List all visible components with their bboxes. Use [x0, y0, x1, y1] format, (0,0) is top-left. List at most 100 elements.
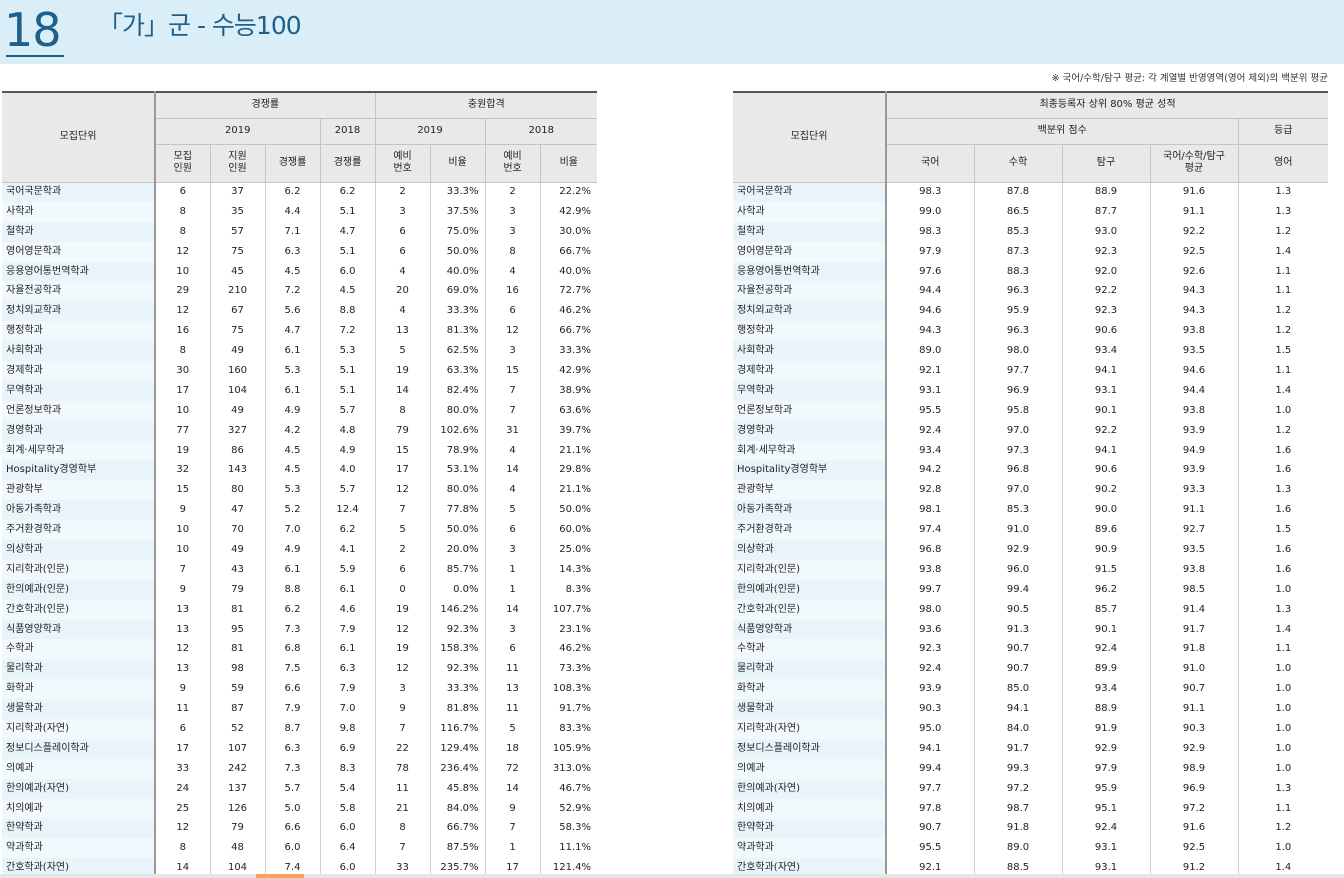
- cell-waitlist-2019: 79: [375, 420, 431, 441]
- cell-korean: 95.5: [886, 838, 975, 859]
- cell-ratio-2019: 75.0%: [430, 221, 486, 242]
- cell-applicants: 87: [210, 699, 266, 720]
- cell-math: 91.3: [974, 619, 1063, 640]
- cell-english: 1.2: [1275, 822, 1292, 834]
- cell-average: 98.9: [1150, 758, 1239, 779]
- cell-english: 1.0: [1275, 742, 1292, 754]
- table-row: 치의예과 25 126 5.0 5.8 21 84.0% 9 52.9%: [2, 798, 597, 819]
- cell-ratio-2018: 21.1%: [559, 484, 592, 496]
- table-row: Hospitality경영학부 32 143 4.5 4.0 17 53.1% 14 29.8%: [2, 460, 597, 481]
- cell-average: 94.6: [1150, 361, 1239, 381]
- cell-waitlist-2019: 4: [375, 301, 431, 322]
- cell-unit: 언론정보학과: [733, 400, 887, 421]
- cell-quota: 13: [155, 599, 211, 620]
- cell-quota: 77: [155, 420, 211, 441]
- cell-average: 98.5: [1150, 579, 1239, 600]
- cell-inquiry: 92.0: [1062, 261, 1151, 282]
- cell-average: 93.9: [1150, 460, 1239, 481]
- cell-korean: 97.4: [886, 520, 975, 541]
- cell-unit: 치의예과: [733, 798, 887, 819]
- cell-ratio-2019: 45.8%: [430, 778, 486, 799]
- table-row: 한약학과 90.7 91.8 92.4 91.6 1.2: [733, 818, 1328, 839]
- header-rate: 경쟁률: [265, 144, 321, 183]
- cell-unit: 사학과: [733, 201, 887, 222]
- cell-math: 95.9: [974, 301, 1063, 322]
- cell-average: 97.2: [1150, 798, 1239, 819]
- cell-waitlist-2018: 72: [485, 758, 541, 779]
- cell-rate: 4.7: [265, 321, 321, 342]
- cell-applicants: 160: [210, 361, 266, 381]
- cell-unit: 한의예과(자연): [2, 778, 156, 799]
- cell-waitlist-2018: 11: [485, 699, 541, 720]
- cell-rate: 6.1: [265, 380, 321, 401]
- cell-rate: 4.5: [265, 460, 321, 481]
- cell-quota: 24: [155, 778, 211, 799]
- cell-applicants: 210: [210, 281, 266, 302]
- cell-waitlist-2019: 22: [375, 738, 431, 759]
- cell-average: 90.7: [1150, 679, 1239, 700]
- cell-waitlist-2018: 7: [485, 380, 541, 401]
- cell-math: 98.0: [974, 341, 1063, 362]
- cell-rate: 5.2: [265, 500, 321, 521]
- cell-ratio-2018: 83.3%: [559, 722, 592, 734]
- cell-waitlist-2019: 17: [375, 460, 431, 481]
- cell-rate-2018: 5.4: [320, 778, 376, 799]
- cell-inquiry: 89.6: [1062, 520, 1151, 541]
- cell-average: 91.7: [1150, 619, 1239, 640]
- table-row: 주거환경학과 10 70 7.0 6.2 5 50.0% 6 60.0%: [2, 520, 597, 541]
- cell-math: 85.3: [974, 221, 1063, 242]
- cell-unit: 한약학과: [2, 818, 156, 839]
- cell-ratio-2018: 46.2%: [559, 643, 592, 655]
- cell-rate: 6.2: [265, 182, 321, 202]
- cell-korean: 90.3: [886, 699, 975, 720]
- cell-quota: 16: [155, 321, 211, 342]
- cell-average: 91.6: [1150, 818, 1239, 839]
- cell-math: 87.8: [974, 182, 1063, 202]
- cell-rate: 6.6: [265, 679, 321, 700]
- cell-ratio-2018: 33.3%: [559, 345, 592, 357]
- cell-rate-2018: 6.4: [320, 838, 376, 859]
- table-row: 의예과 33 242 7.3 8.3 78 236.4% 72 313.0%: [2, 758, 597, 779]
- table-row: 물리학과 13 98 7.5 6.3 12 92.3% 11 73.3%: [2, 659, 597, 680]
- cell-average: 94.9: [1150, 440, 1239, 461]
- cell-math: 94.1: [974, 699, 1063, 720]
- table-row: 화학과 93.9 85.0 93.4 90.7 1.0: [733, 679, 1328, 700]
- cell-waitlist-2018: 2: [485, 182, 541, 202]
- cell-waitlist-2018: 9: [485, 798, 541, 819]
- cell-inquiry: 92.2: [1062, 281, 1151, 302]
- cell-applicants: 49: [210, 341, 266, 362]
- cell-average: 96.9: [1150, 778, 1239, 799]
- cell-korean: 93.6: [886, 619, 975, 640]
- cell-unit: 한의예과(인문): [2, 579, 156, 600]
- cell-average: 94.3: [1150, 281, 1239, 302]
- cell-unit: 물리학과: [2, 659, 156, 680]
- cell-rate-2018: 4.0: [320, 460, 376, 481]
- cell-average: 93.8: [1150, 559, 1239, 580]
- score-table-body: 국어국문학과 98.3 87.8 88.9 91.6 1.3 사학과 99.0 86.5 87.7…: [733, 182, 1328, 878]
- cell-waitlist-2018: 14: [485, 460, 541, 481]
- cell-quota: 29: [155, 281, 211, 302]
- header-average: 국어/수학/탐구 평균: [1150, 144, 1239, 183]
- cell-unit: 영어영문학과: [733, 241, 887, 262]
- table-row: 경제학과 92.1 97.7 94.1 94.6 1.1: [733, 361, 1328, 381]
- cell-waitlist-2018: 3: [485, 341, 541, 362]
- page-title: 「가」군 - 수능100: [98, 11, 302, 40]
- cell-math: 84.0: [974, 719, 1063, 739]
- cell-quota: 19: [155, 440, 211, 461]
- cell-korean: 98.0: [886, 599, 975, 620]
- cell-ratio-2019: 77.8%: [430, 500, 486, 521]
- header-unit: 모집단위: [733, 91, 887, 183]
- cell-rate-2018: 6.0: [320, 261, 376, 282]
- table-row: 언론정보학과 10 49 4.9 5.7 8 80.0% 7 63.6%: [2, 400, 597, 421]
- cell-waitlist-2019: 0: [375, 579, 431, 600]
- cell-ratio-2019: 87.5%: [430, 838, 486, 859]
- header-ratio-2019: 비율: [430, 144, 486, 183]
- cell-unit: 철학과: [733, 221, 887, 242]
- table-row: 의상학과 10 49 4.9 4.1 2 20.0% 3 25.0%: [2, 540, 597, 560]
- cell-unit: 경제학과: [2, 361, 156, 381]
- cell-unit: 관광학부: [733, 480, 887, 501]
- cell-applicants: 45: [210, 261, 266, 282]
- cell-waitlist-2018: 8: [485, 241, 541, 262]
- cell-quota: 12: [155, 639, 211, 660]
- cell-korean: 94.6: [886, 301, 975, 322]
